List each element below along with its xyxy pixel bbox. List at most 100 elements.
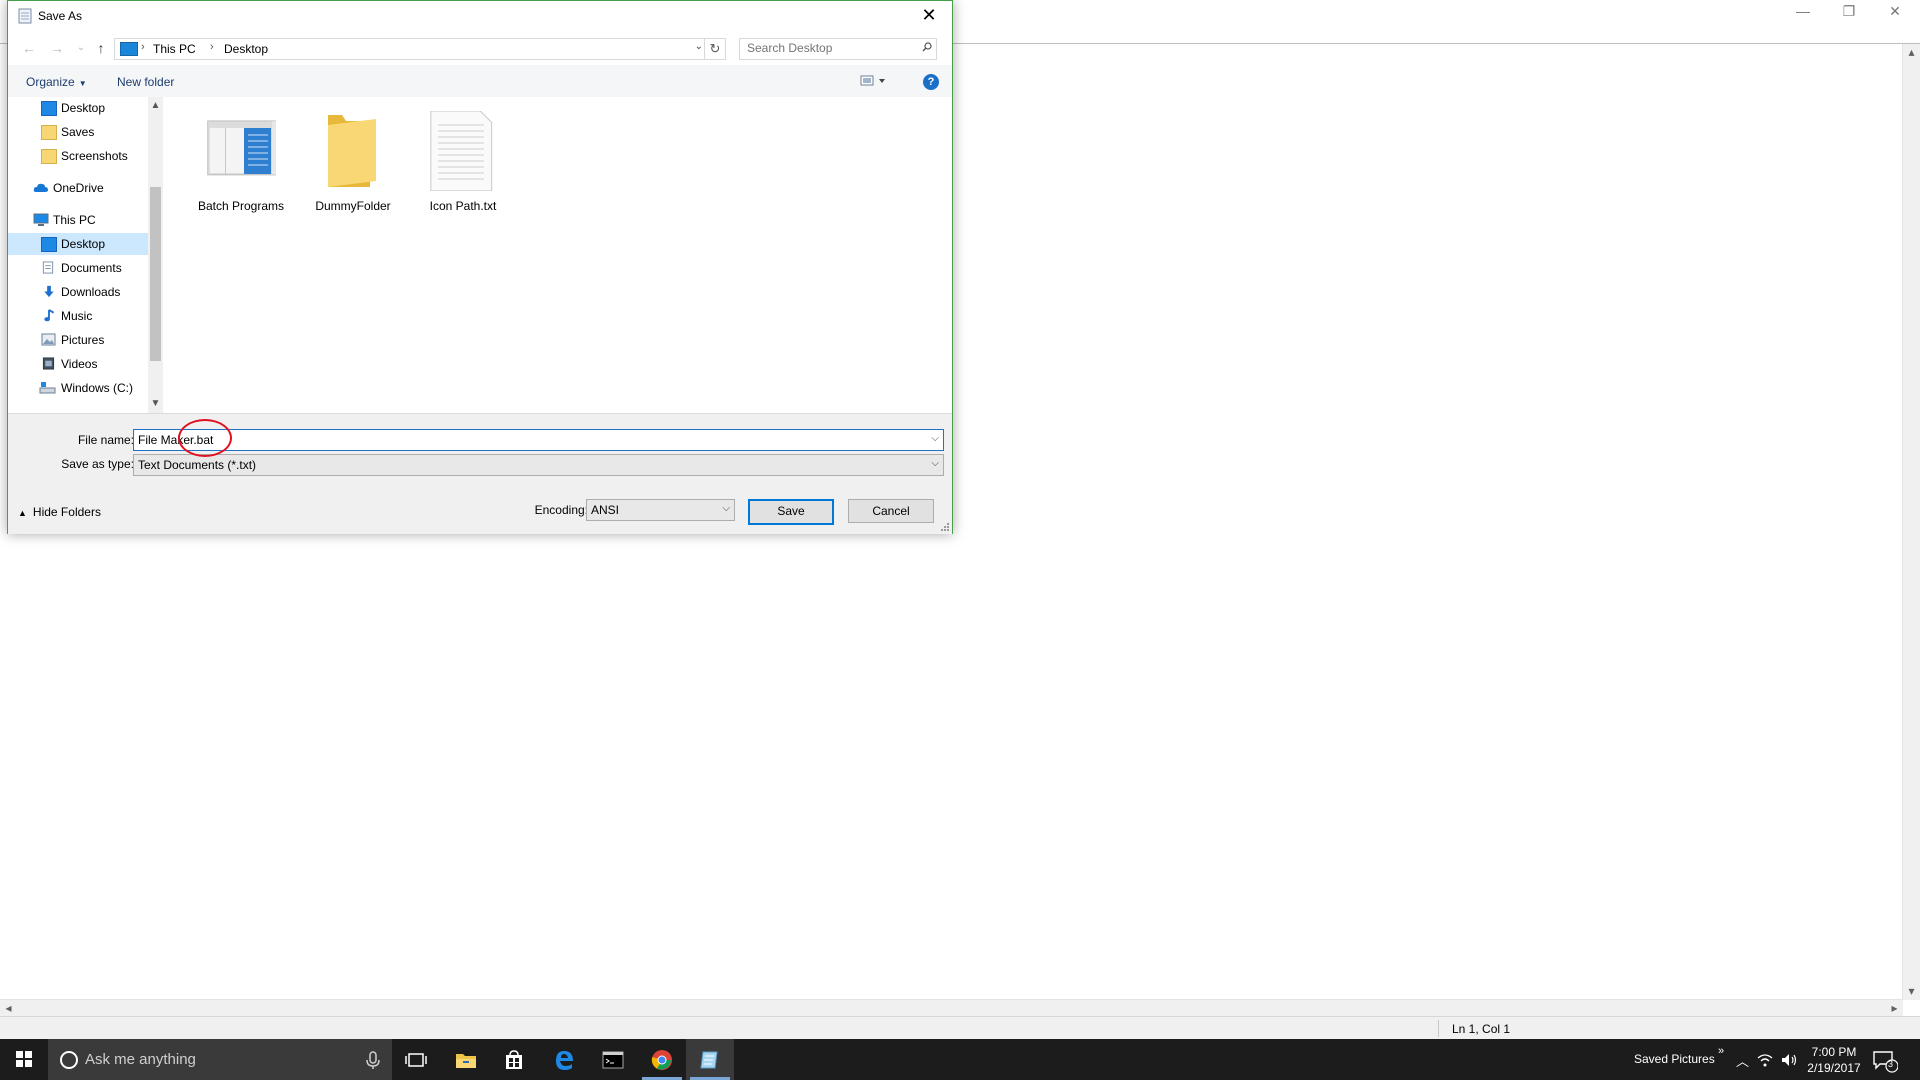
file-explorer-icon (456, 1053, 476, 1068)
command-prompt-icon (602, 1051, 624, 1068)
file-explorer-button[interactable] (442, 1039, 490, 1080)
nav-label: Saves (61, 125, 95, 139)
clock-time: 7:00 PM (1811, 1045, 1857, 1059)
scroll-right-icon[interactable]: ▸ (1886, 1000, 1903, 1017)
file-name: DummyFolder (315, 199, 391, 213)
nav-item-downloads[interactable]: Downloads (8, 281, 148, 303)
show-hidden-icons-icon[interactable]: ︿ (1736, 1051, 1749, 1070)
nav-item-windows-c[interactable]: Windows (C:) (8, 377, 148, 399)
nav-pane-scrollbar[interactable]: ▲ ▼ (148, 97, 163, 413)
close-icon[interactable]: ✕ (1872, 0, 1918, 22)
microphone-icon[interactable] (364, 1050, 382, 1070)
computer-icon (33, 213, 49, 226)
edge-icon (556, 1050, 573, 1070)
pictures-icon (41, 333, 56, 346)
hide-folders-toggle[interactable]: ▲ Hide Folders (18, 505, 101, 519)
search-input[interactable] (740, 39, 907, 57)
nav-item-desktop-quick[interactable]: Desktop (8, 97, 148, 119)
file-name-field[interactable]: File Maker.bat ⌵ (133, 429, 944, 451)
notification-count: 3 (1888, 1059, 1894, 1069)
scroll-left-icon[interactable]: ◂ (0, 1000, 17, 1017)
nav-label: Desktop (61, 101, 106, 115)
action-center-button[interactable]: 3 (1872, 1049, 1899, 1073)
restore-icon[interactable]: ❐ (1826, 0, 1872, 22)
nav-item-onedrive[interactable]: OneDrive (8, 177, 148, 199)
encoding-select[interactable]: ANSI ⌵ (586, 499, 735, 521)
address-box[interactable]: › This PC › Desktop ⌄ ↻ (114, 38, 726, 60)
chevron-down-icon[interactable]: ⌄ (695, 41, 703, 52)
crumb-separator: › (141, 41, 145, 53)
clock[interactable]: 7:00 PM 2/19/2017 (1800, 1044, 1868, 1076)
breadcrumb-this-pc[interactable]: This PC (153, 42, 196, 56)
command-prompt-button[interactable] (589, 1039, 637, 1080)
cancel-button[interactable]: Cancel (848, 499, 934, 523)
nav-label: Music (61, 309, 93, 323)
scroll-down-icon[interactable]: ▼ (148, 397, 163, 411)
task-view-button[interactable] (392, 1039, 440, 1080)
close-button[interactable]: ✕ (906, 1, 952, 31)
chevron-down-icon[interactable]: ⌵ (931, 433, 939, 444)
folder-preview-icon (207, 120, 276, 176)
store-button[interactable] (490, 1039, 538, 1080)
notepad-taskbar-button[interactable] (686, 1039, 734, 1080)
save-as-dialog: Save As ✕ ← → ⌄ ↑ › This PC › Desktop ⌄ … (7, 0, 953, 534)
annotation-circle (178, 419, 232, 457)
forward-arrow-icon[interactable]: → (48, 39, 66, 57)
scroll-down-icon[interactable]: ▾ (1903, 983, 1920, 1000)
notepad-caption-buttons: — ❐ ✕ (1780, 0, 1920, 42)
task-view-icon (405, 1052, 427, 1067)
nav-item-pictures[interactable]: Pictures (8, 329, 148, 351)
file-item-dummyfolder[interactable]: DummyFolder (303, 111, 403, 221)
windows-logo-icon (16, 1051, 32, 1067)
scroll-up-icon[interactable]: ▴ (1903, 44, 1920, 61)
status-separator (1438, 1020, 1439, 1037)
scrollbar-thumb[interactable] (150, 187, 161, 361)
file-item-batch-programs[interactable]: Batch Programs (191, 111, 291, 221)
status-bar: Ln 1, Col 1 (0, 1016, 1920, 1040)
breadcrumb-desktop[interactable]: Desktop (224, 42, 268, 56)
clock-date: 2/19/2017 (1807, 1061, 1861, 1075)
desktop-icon (41, 101, 57, 116)
navigation-pane: Desktop Saves Screenshots OneDrive This … (8, 97, 163, 413)
wifi-icon[interactable] (1756, 1052, 1774, 1068)
minimize-icon[interactable]: — (1780, 0, 1826, 22)
back-arrow-icon[interactable]: ← (20, 39, 38, 57)
new-folder-button[interactable]: New folder (117, 75, 174, 89)
desktop-icon (41, 237, 57, 252)
encoding-label: Encoding: (534, 503, 588, 517)
vertical-scrollbar[interactable]: ▴ ▾ (1902, 44, 1920, 1000)
nav-item-music[interactable]: Music (8, 305, 148, 327)
dialog-title: Save As (38, 9, 83, 23)
organize-menu[interactable]: Organize ▼ (26, 75, 87, 89)
chevron-down-icon[interactable]: ⌵ (722, 503, 730, 514)
nav-item-desktop[interactable]: Desktop (8, 233, 148, 255)
saved-pictures-toolbar[interactable]: Saved Pictures (1634, 1052, 1715, 1066)
save-as-type-select[interactable]: Text Documents (*.txt) ⌵ (133, 454, 944, 476)
chrome-button[interactable] (638, 1039, 686, 1080)
chevron-down-icon[interactable]: ⌵ (931, 458, 939, 469)
up-arrow-icon[interactable]: ↑ (92, 39, 110, 57)
volume-icon[interactable] (1780, 1052, 1798, 1068)
file-item-icon-path-txt[interactable]: Icon Path.txt (413, 111, 513, 221)
view-options-icon[interactable] (860, 74, 888, 88)
horizontal-scrollbar[interactable]: ◂ ▸ (0, 999, 1903, 1017)
encoding-value: ANSI (591, 503, 620, 517)
refresh-icon[interactable]: ↻ (704, 39, 725, 59)
scroll-up-icon[interactable]: ▲ (148, 99, 163, 113)
cursor-position: Ln 1, Col 1 (1452, 1022, 1511, 1036)
nav-item-screenshots[interactable]: Screenshots (8, 145, 148, 167)
nav-item-documents[interactable]: Documents (8, 257, 148, 279)
help-icon[interactable]: ? (923, 74, 939, 90)
nav-item-videos[interactable]: Videos (8, 353, 148, 375)
save-as-type-value: Text Documents (*.txt) (138, 458, 257, 472)
recent-locations-icon[interactable]: ⌄ (72, 39, 90, 57)
toolbar-overflow-icon[interactable]: » (1718, 1045, 1724, 1057)
nav-item-this-pc[interactable]: This PC (8, 209, 148, 231)
save-button[interactable]: Save (748, 499, 834, 525)
search-field[interactable] (739, 38, 937, 60)
nav-item-saves[interactable]: Saves (8, 121, 148, 143)
edge-button[interactable] (540, 1039, 588, 1080)
cortana-search-box[interactable]: Ask me anything (48, 1039, 392, 1080)
resize-grip-icon[interactable] (940, 522, 950, 532)
start-button[interactable] (0, 1039, 48, 1080)
